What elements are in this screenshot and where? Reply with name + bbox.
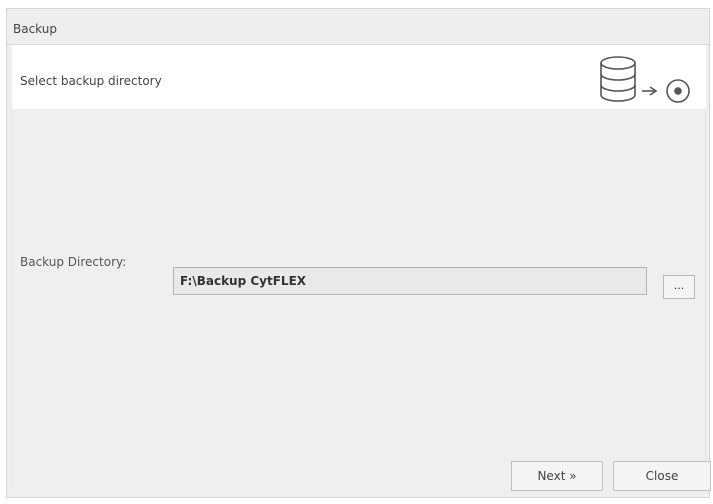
backup-directory-label: Backup Directory: (20, 255, 127, 269)
close-button[interactable]: Close (613, 461, 711, 491)
wizard-step-title: Select backup directory (20, 74, 162, 88)
browse-button[interactable]: ... (663, 275, 695, 299)
backup-directory-input[interactable] (173, 267, 647, 295)
dialog-title: Backup (13, 22, 57, 36)
next-button[interactable]: Next » (511, 461, 603, 491)
database-backup-icon (600, 56, 690, 103)
wizard-content (12, 109, 706, 489)
title-bar: Backup (7, 9, 709, 45)
wizard-header: Select backup directory (12, 45, 706, 109)
backup-dialog: Backup Select backup directory Backup Di… (6, 8, 711, 498)
